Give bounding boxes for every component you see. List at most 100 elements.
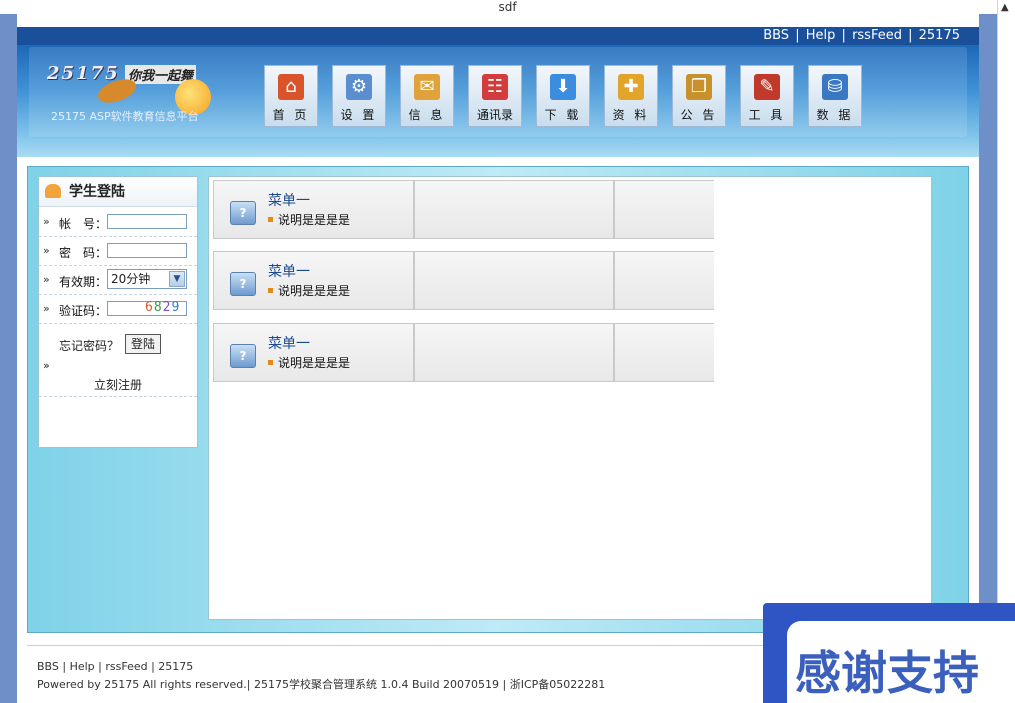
nav-home[interactable]: ⌂ 首 页 [264, 65, 318, 127]
menu-desc: 说明是是是是 [268, 211, 350, 228]
password-row: » 密 码： [39, 237, 197, 266]
captcha-digit: 6 [145, 300, 154, 315]
arrow-icon: » [43, 244, 50, 257]
nav-download[interactable]: ⬇ 下 载 [536, 65, 590, 127]
captcha-digit: 8 [153, 300, 163, 315]
database-icon: ⛁ [822, 74, 848, 100]
nav-documents[interactable]: ✚ 资 料 [604, 65, 658, 127]
account-input[interactable] [107, 214, 187, 229]
footer-links[interactable]: BBS | Help | rssFeed | 25175 [37, 660, 193, 673]
link-25175[interactable]: 25175 [919, 28, 960, 43]
bullet-icon [268, 288, 273, 293]
login-button[interactable]: 登陆 [125, 334, 161, 354]
nav-label: 首 页 [272, 108, 310, 122]
nav-label: 数 据 [816, 108, 854, 122]
password-input[interactable] [107, 243, 187, 258]
top-links: BBS | Help | rssFeed | 25175 [17, 27, 979, 45]
nav-contacts[interactable]: ☷ 通讯录 [468, 65, 522, 127]
captcha-image[interactable]: 6829 [145, 300, 180, 315]
validity-select[interactable]: 20分钟 ▼ [107, 269, 187, 289]
link-separator: | [795, 28, 800, 43]
password-label: 密 码： [59, 246, 108, 260]
help-icon: ? [230, 272, 256, 296]
forgot-password-link[interactable]: 忘记密码？ [59, 337, 119, 354]
menu-title: 菜单一 [268, 193, 310, 209]
thanks-text: 感谢支持 [795, 646, 979, 700]
menu-item[interactable]: ? 菜单一 说明是是是是 [213, 251, 414, 310]
nav-data[interactable]: ⛁ 数 据 [808, 65, 862, 127]
login-title: 学生登陆 [69, 184, 125, 200]
nav-label: 公 告 [680, 108, 718, 122]
network-icon: ☷ [482, 74, 508, 100]
nav-settings[interactable]: ⚙ 设 置 [332, 65, 386, 127]
user-icon [45, 184, 61, 198]
menu-item[interactable]: ? 菜单一 说明是是是是 [213, 323, 414, 382]
arrow-icon: » [43, 215, 50, 228]
header-banner: 25175 你我一起舞 25175 ASP软件教育信息平台 ⌂ 首 页 ⚙ 设 … [17, 45, 979, 157]
arrow-icon: » [43, 359, 50, 372]
validity-row: » 有效期： 20分钟 ▼ [39, 266, 197, 295]
validity-value: 20分钟 [111, 272, 151, 286]
nav-notices[interactable]: ❐ 公 告 [672, 65, 726, 127]
settings-icon: ⚙ [346, 74, 372, 100]
thanks-overlay: 感谢支持 [763, 603, 1015, 703]
menu-desc-text: 说明是是是是 [278, 213, 351, 227]
help-icon: ? [230, 344, 256, 368]
menu-title: 菜单一 [268, 264, 310, 280]
main-panel: ? 菜单一 说明是是是是 ? 菜单一 说明是是是是 ? 菜单一 说明是是是是 [208, 176, 932, 620]
logo-subtitle: 25175 ASP软件教育信息平台 [51, 110, 199, 123]
menu-cell-empty [414, 180, 614, 239]
menu-cell-empty [414, 323, 614, 382]
mail-icon: ✉ [414, 74, 440, 100]
chevron-down-icon[interactable]: ▼ [169, 271, 185, 287]
link-help[interactable]: Help [806, 28, 836, 43]
menu-cell-empty [614, 323, 714, 382]
menu-item[interactable]: ? 菜单一 说明是是是是 [213, 180, 414, 239]
captcha-label: 验证码： [59, 304, 108, 318]
link-bbs[interactable]: BBS [763, 28, 789, 43]
site-logo[interactable]: 25175 你我一起舞 25175 ASP软件教育信息平台 [37, 63, 217, 125]
footer-copyright: Powered by 25175 All rights reserved.| 2… [37, 678, 606, 691]
thanks-card: 感谢支持 [787, 621, 1015, 703]
scroll-up-icon[interactable]: ▲ [1001, 2, 1009, 13]
document-icon: ✚ [618, 74, 644, 100]
menu-desc-text: 说明是是是是 [278, 356, 351, 370]
notice-icon: ❐ [686, 74, 712, 100]
bullet-icon [268, 360, 273, 365]
captcha-row: » 验证码： 6829 [39, 295, 197, 324]
arrow-icon: » [43, 302, 50, 315]
nav-label: 通讯录 [476, 108, 513, 122]
menu-cell-empty [614, 251, 714, 310]
content-frame: 学生登陆 » 帐 号： » 密 码： » 有效期： 20分钟 ▼ » 验证码： … [27, 166, 969, 633]
link-rssfeed[interactable]: rssFeed [852, 28, 902, 43]
link-separator: | [908, 28, 913, 43]
tools-icon: ✎ [754, 74, 780, 100]
account-row: » 帐 号： [39, 208, 197, 237]
menu-cell-empty [414, 251, 614, 310]
link-separator: | [841, 28, 846, 43]
menu-desc: 说明是是是是 [268, 354, 350, 371]
menu-cell-empty [614, 180, 714, 239]
nav-label: 下 载 [544, 108, 582, 122]
register-link[interactable]: 立刻注册 [39, 373, 197, 397]
menu-title: 菜单一 [268, 336, 310, 352]
page: BBS | Help | rssFeed | 25175 25175 你我一起舞… [17, 14, 979, 703]
logo-number: 25175 [47, 63, 120, 84]
home-icon: ⌂ [278, 74, 304, 100]
nav-label: 资 料 [612, 108, 650, 122]
nav-label: 工 具 [748, 108, 786, 122]
scrollbar[interactable]: ▲ [997, 0, 1015, 703]
login-header: 学生登陆 [39, 177, 197, 207]
account-label: 帐 号： [59, 217, 108, 231]
download-icon: ⬇ [550, 74, 576, 100]
menu-desc: 说明是是是是 [268, 282, 350, 299]
window-title: sdf [0, 0, 1015, 14]
nav-label: 信 息 [408, 108, 446, 122]
nav-messages[interactable]: ✉ 信 息 [400, 65, 454, 127]
nav-tools[interactable]: ✎ 工 具 [740, 65, 794, 127]
validity-label: 有效期： [59, 275, 108, 289]
arrow-icon: » [43, 273, 50, 286]
login-panel: 学生登陆 » 帐 号： » 密 码： » 有效期： 20分钟 ▼ » 验证码： … [38, 176, 198, 448]
menu-desc-text: 说明是是是是 [278, 284, 351, 298]
bullet-icon [268, 217, 273, 222]
